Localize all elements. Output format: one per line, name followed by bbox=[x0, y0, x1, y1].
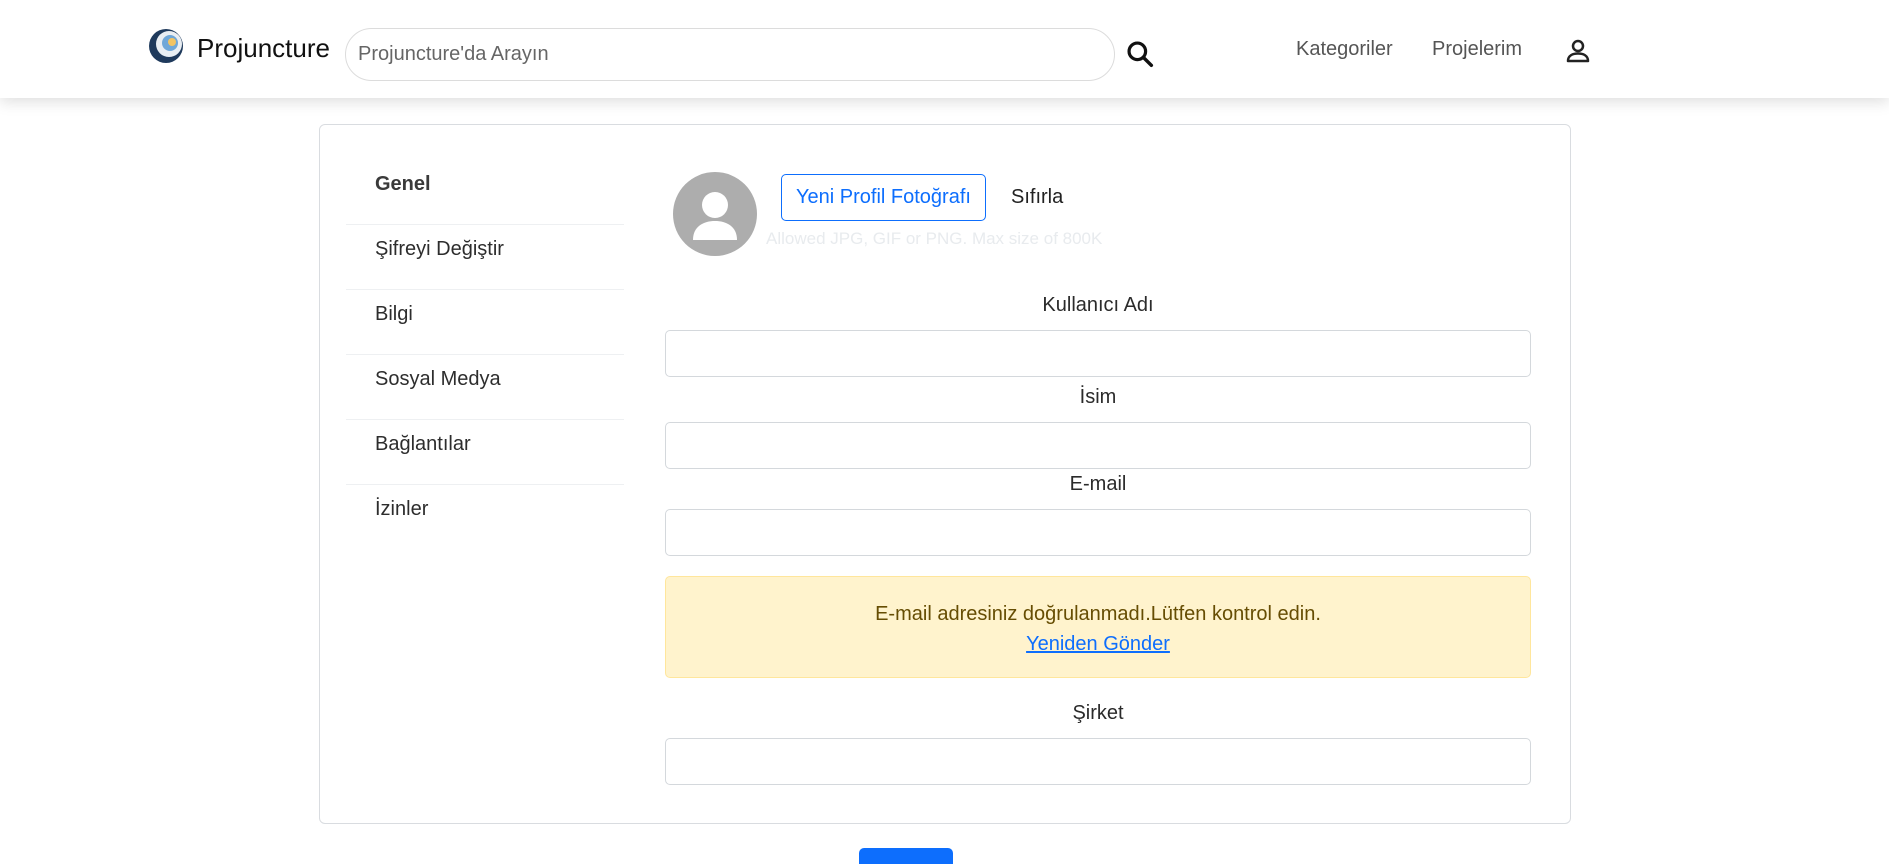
save-button[interactable] bbox=[859, 848, 953, 864]
search-icon[interactable] bbox=[1124, 38, 1156, 70]
username-label: Kullanıcı Adı bbox=[1042, 294, 1154, 316]
alert-message: E-mail adresiniz doğrulanmadı.Lütfen kon… bbox=[875, 603, 1321, 625]
username-field[interactable] bbox=[665, 330, 1531, 377]
email-verification-alert: E-mail adresiniz doğrulanmadı.Lütfen kon… bbox=[665, 576, 1531, 678]
top-navbar: Projuncture Kategoriler Projelerim bbox=[0, 0, 1889, 98]
reset-photo-button[interactable]: Sıfırla bbox=[1003, 174, 1071, 221]
projuncture-logo[interactable] bbox=[148, 28, 184, 64]
sidebar-item-connections[interactable]: Bağlantılar bbox=[346, 420, 624, 485]
resend-link[interactable]: Yeniden Gönder bbox=[666, 633, 1530, 656]
user-icon[interactable] bbox=[1563, 36, 1593, 66]
search-input[interactable] bbox=[345, 28, 1115, 81]
name-field[interactable] bbox=[665, 422, 1531, 469]
nav-link-my-projects[interactable]: Projelerim bbox=[1432, 38, 1522, 61]
nav-link-categories[interactable]: Kategoriler bbox=[1296, 38, 1393, 61]
company-label: Şirket bbox=[1072, 702, 1124, 724]
email-label: E-mail bbox=[1069, 473, 1127, 495]
sidebar-item-social-media[interactable]: Sosyal Medya bbox=[346, 355, 624, 420]
upload-hint: Allowed JPG, GIF or PNG. Max size of 800… bbox=[766, 229, 1103, 248]
profile-avatar bbox=[673, 172, 757, 256]
sidebar-item-permissions[interactable]: İzinler bbox=[346, 485, 624, 550]
settings-sidebar: Genel Şifreyi Değiştir Bilgi Sosyal Medy… bbox=[346, 160, 624, 550]
brand-name[interactable]: Projuncture bbox=[197, 33, 330, 64]
upload-photo-button[interactable]: Yeni Profil Fotoğrafı bbox=[781, 174, 986, 221]
sidebar-item-info[interactable]: Bilgi bbox=[346, 290, 624, 355]
user-avatar-icon bbox=[693, 192, 737, 240]
name-label: İsim bbox=[1079, 386, 1117, 408]
sidebar-item-general[interactable]: Genel bbox=[346, 160, 624, 225]
company-field[interactable] bbox=[665, 738, 1531, 785]
email-field[interactable] bbox=[665, 509, 1531, 556]
sidebar-item-change-password[interactable]: Şifreyi Değiştir bbox=[346, 225, 624, 290]
